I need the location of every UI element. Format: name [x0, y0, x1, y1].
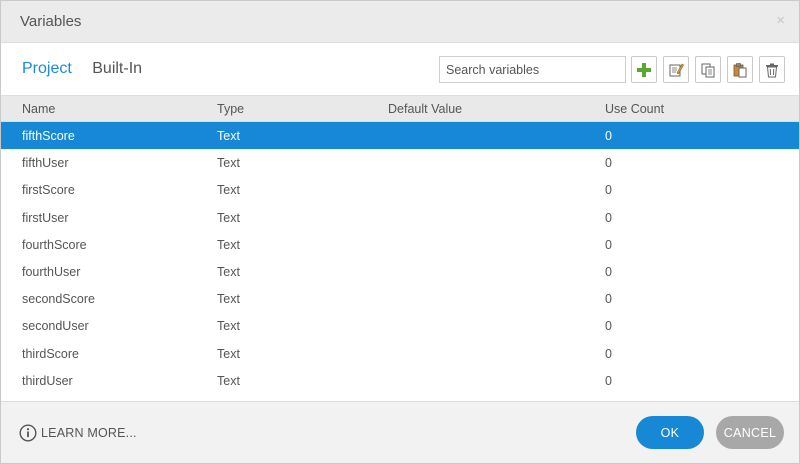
table-row[interactable]: fourthScore Text 0 — [1, 231, 799, 258]
table-row[interactable]: thirdScore Text 0 — [1, 340, 799, 367]
variable-use-count: 0 — [605, 156, 612, 171]
edit-variable-button[interactable] — [663, 56, 689, 83]
column-header-name[interactable]: Name — [22, 102, 55, 116]
plus-icon — [637, 62, 651, 77]
variable-name: secondScore — [22, 292, 95, 307]
close-icon[interactable]: × — [776, 12, 785, 29]
variables-dialog: Variables × Project Built-In Search vari… — [0, 0, 800, 464]
ok-button[interactable]: OK — [636, 416, 704, 449]
variable-type: Text — [217, 319, 240, 334]
variables-table-header: Name Type Default Value Use Count — [1, 95, 799, 122]
variable-name: firstUser — [22, 210, 69, 225]
table-row[interactable]: fourthUser Text 0 — [1, 258, 799, 285]
variable-use-count: 0 — [605, 346, 612, 361]
variable-name: fourthScore — [22, 237, 87, 252]
variable-tabs: Project Built-In — [22, 60, 158, 80]
variable-name: thirdScore — [22, 346, 79, 361]
variable-use-count: 0 — [605, 292, 612, 307]
variable-use-count: 0 — [605, 129, 612, 143]
learn-more-label: LEARN MORE... — [41, 426, 137, 440]
delete-variable-button[interactable] — [759, 56, 785, 83]
variable-name: thirdUser — [22, 373, 73, 388]
tab-built-in[interactable]: Built-In — [92, 60, 142, 78]
trash-icon — [766, 63, 778, 77]
search-input[interactable] — [439, 56, 626, 83]
variable-type: Text — [217, 210, 240, 225]
title-bar: Variables × — [1, 1, 799, 43]
table-row[interactable]: firstScore Text 0 — [1, 176, 799, 203]
cancel-button[interactable]: CANCEL — [716, 416, 784, 449]
variable-type: Text — [217, 183, 240, 198]
copy-icon — [701, 63, 715, 77]
add-variable-button[interactable] — [631, 56, 657, 83]
variable-name: fifthScore — [22, 129, 75, 143]
paste-icon — [733, 62, 747, 77]
variable-name: secondUser — [22, 319, 89, 334]
variable-name: firstScore — [22, 183, 75, 198]
learn-more-link[interactable]: LEARN MORE... — [19, 424, 137, 442]
variable-type: Text — [217, 129, 240, 143]
variable-use-count: 0 — [605, 183, 612, 198]
variable-type: Text — [217, 237, 240, 252]
column-header-use-count[interactable]: Use Count — [605, 102, 664, 116]
table-row[interactable]: fifthScore Text 0 — [1, 122, 799, 150]
paste-variable-button[interactable] — [727, 56, 753, 83]
tab-project[interactable]: Project — [22, 60, 72, 78]
column-header-type[interactable]: Type — [217, 102, 244, 116]
variable-use-count: 0 — [605, 237, 612, 252]
variables-table-body: fifthScore Text 0 fifthUser Text 0 first… — [1, 122, 799, 394]
variable-use-count: 0 — [605, 210, 612, 225]
dialog-title: Variables — [20, 13, 82, 30]
table-row[interactable]: fifthUser Text 0 — [1, 149, 799, 176]
variable-name: fifthUser — [22, 156, 69, 171]
variable-use-count: 0 — [605, 373, 612, 388]
column-header-default-value[interactable]: Default Value — [388, 102, 462, 116]
edit-icon — [669, 63, 684, 76]
variable-type: Text — [217, 346, 240, 361]
variable-type: Text — [217, 373, 240, 388]
dialog-footer: LEARN MORE... OK CANCEL — [1, 401, 799, 463]
table-row[interactable]: secondScore Text 0 — [1, 285, 799, 312]
table-row[interactable]: thirdUser Text 0 — [1, 367, 799, 394]
variable-use-count: 0 — [605, 319, 612, 334]
variable-type: Text — [217, 292, 240, 307]
table-row[interactable]: firstUser Text 0 — [1, 204, 799, 231]
info-icon — [19, 424, 37, 442]
table-row[interactable]: secondUser Text 0 — [1, 312, 799, 339]
copy-variable-button[interactable] — [695, 56, 721, 83]
variable-type: Text — [217, 264, 240, 279]
variable-use-count: 0 — [605, 264, 612, 279]
variable-type: Text — [217, 156, 240, 171]
variable-name: fourthUser — [22, 264, 81, 279]
